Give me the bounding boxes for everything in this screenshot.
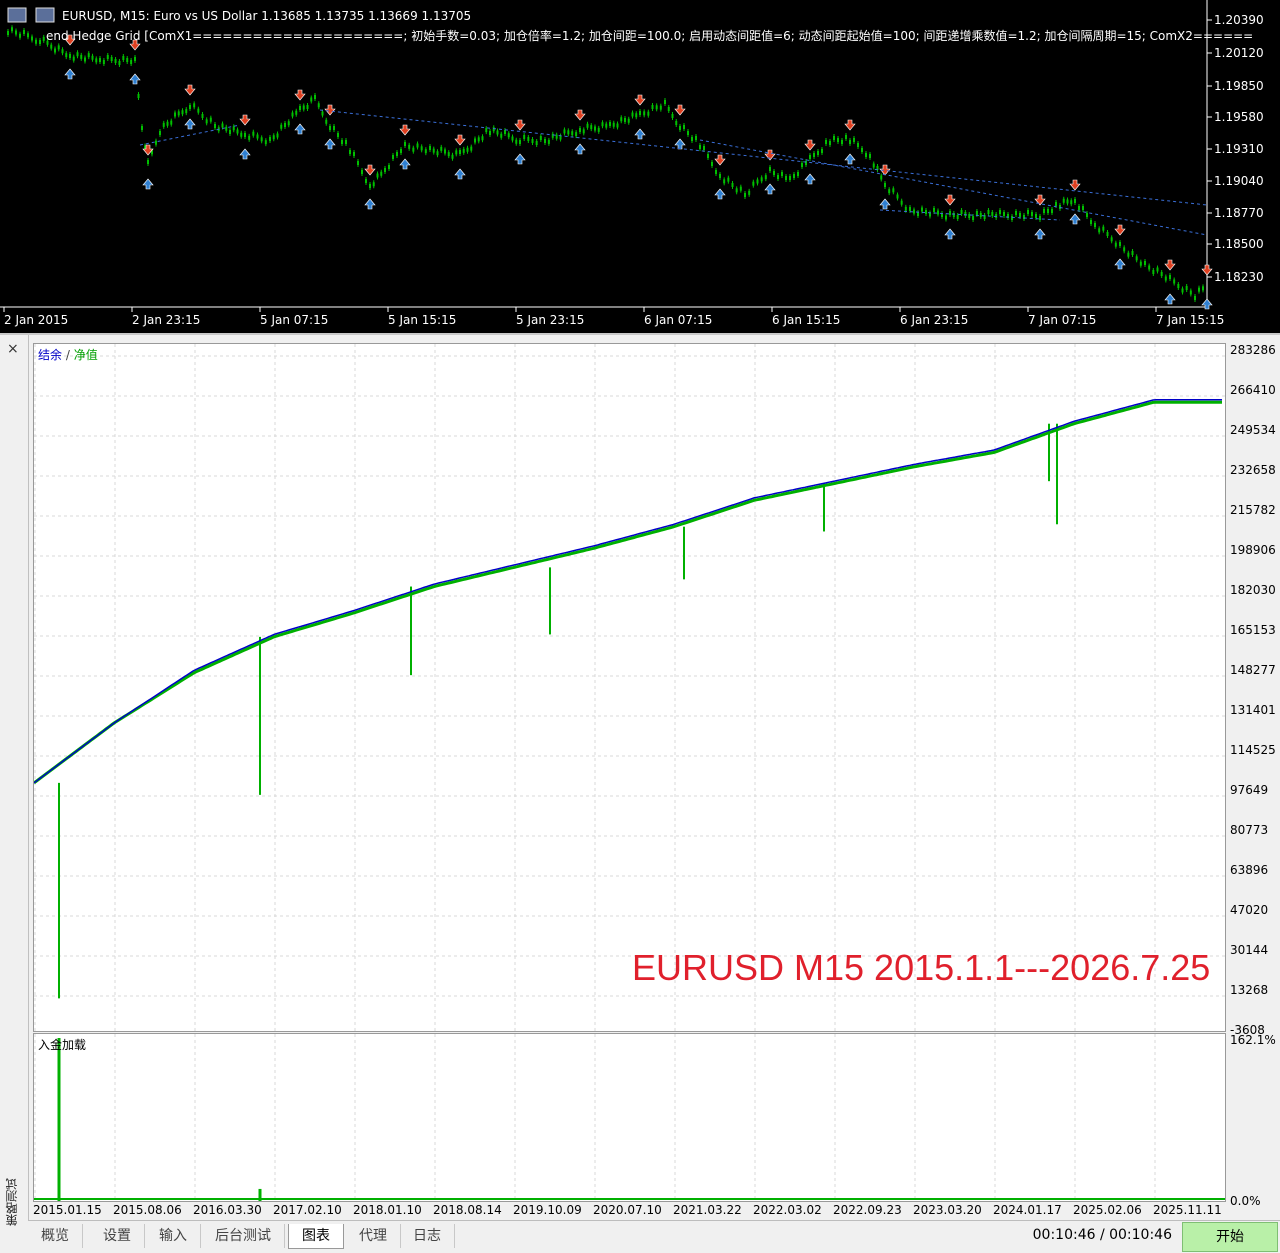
balance-chart[interactable]: 结余 / 净值 <box>33 343 1226 1037</box>
tester-side-label: 策略测试 <box>5 1178 19 1226</box>
tab-1[interactable]: 设置 <box>90 1224 145 1248</box>
price-label: 1.20390 <box>1214 13 1264 27</box>
tester-tabbar: 概览 设置 输入 后台测试 图表 代理 日志 00:10:46 / 00:10:46 开始 <box>28 1220 1280 1253</box>
balance-y-label: 266410 <box>1230 383 1276 397</box>
strategy-tester-panel: × 策略测试 结余 / 净值 入金加载 283286 266410 249534 23… <box>0 333 1280 1253</box>
price-label: 1.18770 <box>1214 206 1264 220</box>
balance-y-label: 148277 <box>1230 663 1276 677</box>
date-label: 2025.11.11 <box>1153 1203 1222 1217</box>
legend-equity: 净值 <box>73 348 98 362</box>
balance-y-label: 80773 <box>1230 823 1269 837</box>
tab-0[interactable]: 概览 <box>28 1224 83 1248</box>
price-label: 1.18230 <box>1214 270 1264 284</box>
balance-line <box>33 399 1222 784</box>
balance-y-label: 165153 <box>1230 623 1276 637</box>
date-label: 2024.01.17 <box>993 1203 1062 1217</box>
date-label: 2018.01.10 <box>353 1203 422 1217</box>
balance-y-label: 97649 <box>1230 783 1269 797</box>
price-label: 1.19850 <box>1214 79 1264 93</box>
balance-y-label: 131401 <box>1230 703 1276 717</box>
price-axis: 1.20390 1.20120 1.19850 1.19580 1.19310 1.190… <box>1207 13 1264 284</box>
time-label: 2 Jan 2015 <box>4 313 68 327</box>
deposit-load-chart[interactable]: 入金加载 <box>33 1033 1226 1202</box>
start-button[interactable]: 开始 <box>1182 1222 1278 1252</box>
tab-2[interactable]: 输入 <box>146 1224 201 1248</box>
tab-6[interactable]: 日志 <box>400 1224 455 1248</box>
balance-y-label: 249534 <box>1230 423 1276 437</box>
date-label: 2020.07.10 <box>593 1203 662 1217</box>
date-label: 2017.02.10 <box>273 1203 342 1217</box>
deposit-y-label: 162.1% <box>1230 1033 1276 1047</box>
date-label: 2022.03.02 <box>753 1203 822 1217</box>
balance-y-label: 13268 <box>1230 983 1269 997</box>
time-label: 6 Jan 15:15 <box>772 313 840 327</box>
tab-4[interactable]: 图表 <box>288 1224 344 1249</box>
equity-line <box>33 400 1222 785</box>
close-icon[interactable]: × <box>7 341 19 357</box>
date-label: 2022.09.23 <box>833 1203 902 1217</box>
date-label: 2015.01.15 <box>33 1203 102 1217</box>
deposit-y-label: 0.0% <box>1230 1194 1261 1208</box>
backtest-period-caption: EURUSD M15 2015.1.1---2026.7.25 <box>632 947 1211 988</box>
price-label: 1.18500 <box>1214 237 1264 251</box>
elapsed-timer: 00:10:46 / 00:10:46 <box>1032 1227 1172 1243</box>
time-label: 5 Jan 15:15 <box>388 313 456 327</box>
price-chart-canvas[interactable]: 1.20390 1.20120 1.19850 1.19580 1.19310 1.190… <box>0 0 1280 333</box>
balance-chart-canvas <box>33 344 1225 1037</box>
balance-y-label: 114525 <box>1230 743 1276 757</box>
balance-y-label: 198906 <box>1230 543 1276 557</box>
deposit-load-canvas <box>34 1034 1225 1201</box>
time-label: 6 Jan 23:15 <box>900 313 968 327</box>
date-label: 2018.08.14 <box>433 1203 502 1217</box>
price-label: 1.19580 <box>1214 110 1264 124</box>
legend-balance: 结余 <box>38 348 63 362</box>
date-label: 2023.03.20 <box>913 1203 982 1217</box>
time-label: 6 Jan 07:15 <box>644 313 712 327</box>
ea-icon <box>35 7 55 23</box>
tab-3[interactable]: 后台测试 <box>202 1224 285 1248</box>
price-label: 1.19040 <box>1214 174 1264 188</box>
date-label: 2021.03.22 <box>673 1203 742 1217</box>
tester-sidebar: × 策略测试 <box>0 335 29 1252</box>
tab-5[interactable]: 代理 <box>346 1224 401 1248</box>
time-label: 7 Jan 07:15 <box>1028 313 1096 327</box>
balance-y-label: 182030 <box>1230 583 1276 597</box>
price-label: 1.20120 <box>1214 46 1264 60</box>
time-label: 5 Jan 07:15 <box>260 313 328 327</box>
date-label: 2016.03.30 <box>193 1203 262 1217</box>
time-label: 7 Jan 15:15 <box>1156 313 1224 327</box>
ea-params-text: end Hedge Grid [ComX1===================… <box>46 28 1253 43</box>
time-label: 2 Jan 23:15 <box>132 313 200 327</box>
balance-y-label: 63896 <box>1230 863 1269 877</box>
legend-separator: / <box>62 348 74 362</box>
chart-title: EURUSD, M15: Euro vs US Dollar 1.13685 1… <box>62 9 471 23</box>
time-label: 5 Jan 23:15 <box>516 313 584 327</box>
date-label: 2025.02.06 <box>1073 1203 1142 1217</box>
balance-y-label: 47020 <box>1230 903 1269 917</box>
price-chart-window[interactable]: 1.20390 1.20120 1.19850 1.19580 1.19310 1.190… <box>0 0 1280 333</box>
balance-y-label: 283286 <box>1230 343 1276 357</box>
chart-window-icon <box>7 7 27 23</box>
date-label: 2015.08.06 <box>113 1203 182 1217</box>
balance-legend: 结余 / 净值 <box>38 346 98 363</box>
price-label: 1.19310 <box>1214 142 1264 156</box>
balance-y-label: 30144 <box>1230 943 1269 957</box>
balance-y-label: 215782 <box>1230 503 1276 517</box>
balance-y-label: 232658 <box>1230 463 1276 477</box>
deposit-legend: 入金加载 <box>38 1038 87 1052</box>
date-label: 2019.10.09 <box>513 1203 582 1217</box>
